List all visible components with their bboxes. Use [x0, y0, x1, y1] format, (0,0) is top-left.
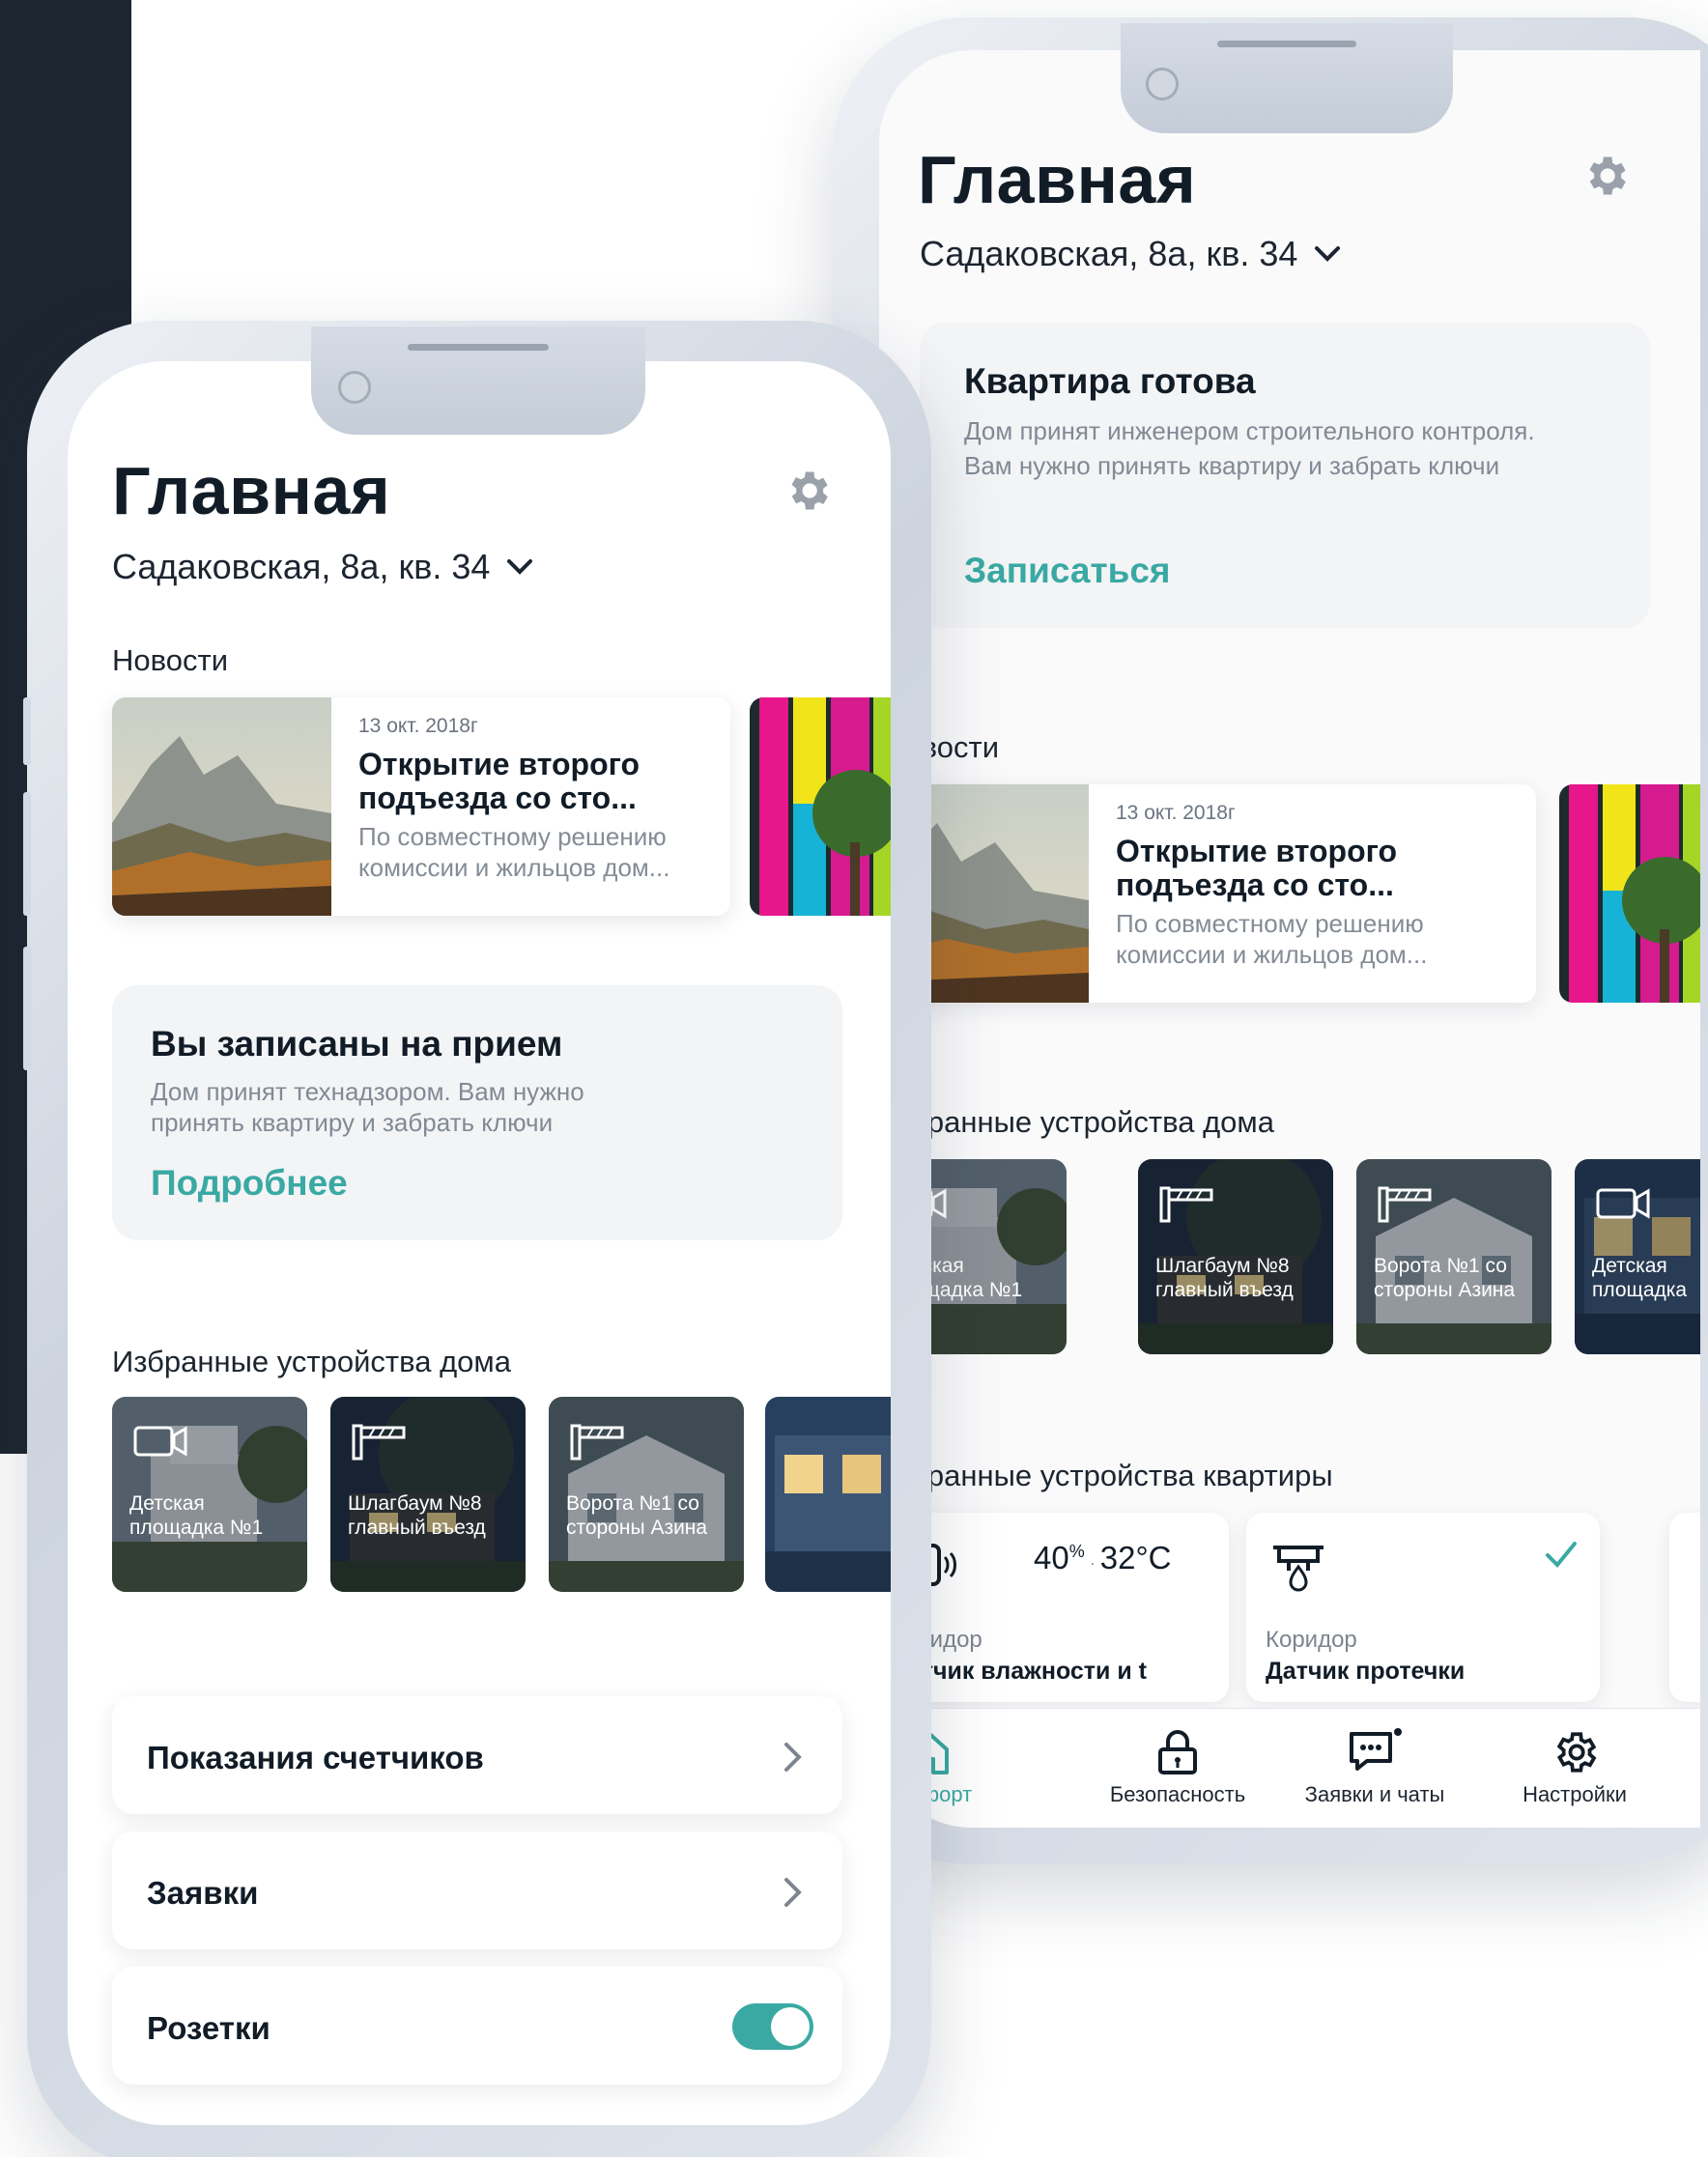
- news-title-1: Открытие второго: [1116, 834, 1398, 868]
- apartment-device-card-partial[interactable]: [1669, 1513, 1700, 1702]
- settings-gear-icon[interactable]: [1580, 151, 1631, 201]
- device-card-gate-1[interactable]: Ворота №1 со стороны Азина: [1356, 1159, 1551, 1354]
- sign-up-link[interactable]: Записаться: [964, 551, 1171, 591]
- apartment-devices-title: Избранные устройства квартиры: [879, 1459, 1333, 1492]
- house-devices-title: Избранные устройства дома: [112, 1345, 511, 1378]
- lock-icon: [1158, 1730, 1197, 1774]
- chevron-right-icon: [784, 1878, 802, 1907]
- sockets-row: Розетки: [112, 1967, 842, 2085]
- device-card-playground-2[interactable]: Детская площадка: [1575, 1159, 1700, 1354]
- page-title: Главная: [918, 142, 1197, 217]
- tab-settings[interactable]: Настройки: [1497, 1728, 1652, 1807]
- gear-icon: [1556, 1732, 1597, 1773]
- news-title-1: Открытие второго: [358, 747, 640, 781]
- card-desc-1: Дом принят инженером строительного контр…: [964, 416, 1535, 445]
- leak-sensor-card[interactable]: Коридор Датчик протечки: [1246, 1513, 1600, 1702]
- card-desc-2: принять квартиру и забрать ключи: [151, 1108, 554, 1137]
- device-card-barrier-8[interactable]: Шлагбаум №8 главный въезд: [1138, 1159, 1333, 1354]
- leak-sensor-icon: [1273, 1546, 1324, 1592]
- device-card-playground[interactable]: Детскаяплощадка №1: [112, 1397, 307, 1592]
- news-title-2: подъезда со сто...: [1116, 867, 1394, 902]
- camera-icon: [133, 1426, 187, 1457]
- news-section-title: Новости: [112, 643, 229, 677]
- chevron-down-icon: [507, 559, 533, 575]
- chevron-down-icon: [1315, 246, 1341, 262]
- camera-icon: [1596, 1188, 1650, 1219]
- card-title: Квартира готова: [964, 361, 1256, 401]
- news-card-2[interactable]: [750, 697, 891, 916]
- news-desc-1: По совместному решению: [358, 822, 667, 851]
- house-devices-title: Избранные устройства дома: [879, 1105, 1274, 1139]
- device-card-partial[interactable]: [765, 1397, 891, 1592]
- front-phone-notch: [311, 326, 645, 435]
- device-card-barrier-8[interactable]: Шлагбаум №8 главный въезд: [330, 1397, 526, 1592]
- card-title: Вы записаны на прием: [151, 1024, 563, 1064]
- news-card[interactable]: 13 окт. 2018г Открытие второго подъезда …: [112, 697, 730, 916]
- news-image: [112, 697, 331, 916]
- news-date: 13 окт. 2018г: [358, 715, 478, 737]
- back-phone-notch: [1121, 23, 1453, 133]
- bottom-tab-bar: Комфорт Безопасность Заявки и чаты Настр…: [879, 1708, 1700, 1828]
- news-desc-2: комиссии и жильцов дом...: [1116, 940, 1428, 969]
- meter-readings-row[interactable]: Показания счетчиков: [112, 1696, 842, 1814]
- news-card-2[interactable]: [1559, 784, 1700, 1003]
- appointment-card: Вы записаны на прием Дом принят технадзо…: [112, 985, 842, 1240]
- sockets-toggle[interactable]: [732, 2003, 813, 2050]
- card-desc-2: Вам нужно принять квартиру и забрать клю…: [964, 451, 1500, 480]
- card-desc-1: Дом принят технадзором. Вам нужно: [151, 1077, 584, 1106]
- news-desc-1: По совместному решению: [1116, 909, 1424, 938]
- tab-security[interactable]: Безопасность: [1096, 1728, 1260, 1807]
- barrier-icon: [352, 1424, 406, 1461]
- front-phone-screen: Главная Садаковская, 8а, кв. 34 Новости …: [68, 361, 891, 2125]
- chat-icon: [1350, 1728, 1402, 1771]
- news-title-2: подъезда со сто...: [358, 780, 637, 815]
- humidity-sensor-card[interactable]: 40% · 32°C Коридор Датчик влажности и t: [879, 1513, 1229, 1702]
- tab-requests-chats[interactable]: Заявки и чаты: [1293, 1728, 1457, 1807]
- chevron-right-icon: [784, 1743, 802, 1772]
- address-selector[interactable]: Садаковская, 8а, кв. 34: [112, 547, 534, 587]
- checkmark-icon: [1546, 1542, 1577, 1568]
- address-selector[interactable]: Садаковская, 8а, кв. 34: [920, 234, 1342, 274]
- barrier-icon: [1378, 1186, 1432, 1223]
- news-date: 13 окт. 2018г: [1116, 802, 1236, 824]
- apartment-ready-card: Квартира готова Дом принят инженером стр…: [920, 323, 1650, 628]
- settings-gear-icon[interactable]: [783, 466, 833, 516]
- details-link[interactable]: Подробнее: [151, 1163, 348, 1204]
- device-card-gate-1[interactable]: Ворота №1 со стороны Азина: [549, 1397, 744, 1592]
- news-card[interactable]: 13 окт. 2018г Открытие второго подъезда …: [879, 784, 1536, 1003]
- page-title: Главная: [112, 453, 391, 528]
- back-phone-screen: Главная Садаковская, 8а, кв. 34 Квартира…: [879, 50, 1700, 1828]
- requests-row[interactable]: Заявки: [112, 1831, 842, 1949]
- news-desc-2: комиссии и жильцов дом...: [358, 853, 670, 882]
- barrier-icon: [570, 1424, 624, 1461]
- barrier-icon: [1159, 1186, 1213, 1223]
